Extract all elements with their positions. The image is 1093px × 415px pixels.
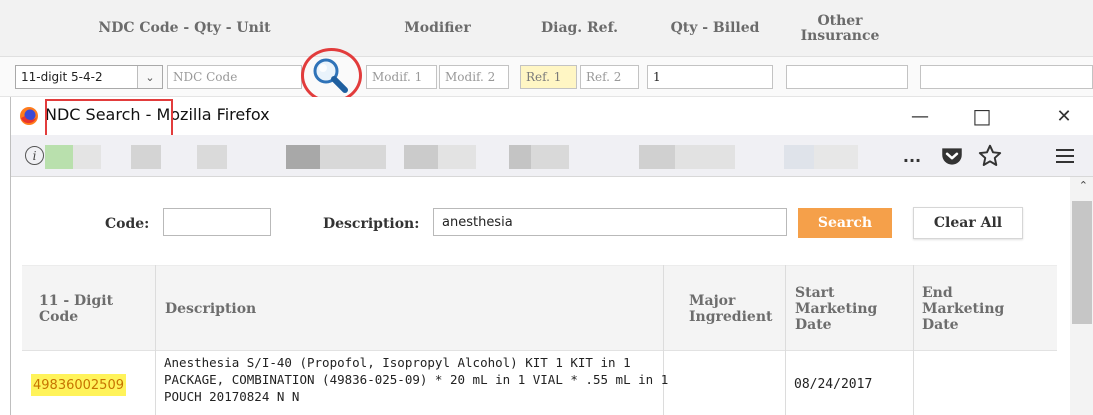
scroll-thumb[interactable]	[1072, 201, 1092, 324]
url-bar[interactable]: i ...	[11, 135, 1093, 177]
results-table-header: 11 - Digit Code Description Major Ingred…	[22, 265, 1057, 351]
redacted-url-block	[286, 145, 320, 169]
header-qty-billed: Qty - Billed	[670, 20, 760, 36]
ndc-format-select[interactable]: 11-digit 5-4-2 ⌄	[15, 65, 163, 89]
result-code-link[interactable]: 49836002509	[31, 374, 126, 396]
column-divider	[785, 265, 786, 415]
scroll-up-icon[interactable]: ⌃	[1079, 179, 1088, 192]
description-input[interactable]: anesthesia	[433, 208, 787, 236]
annotation-box	[45, 99, 173, 137]
diag-ref-1-input[interactable]: Ref. 1	[520, 65, 577, 89]
firefox-icon	[20, 107, 38, 125]
ndc-code-input[interactable]: NDC Code	[167, 65, 302, 89]
ndc-format-value: 11-digit 5-4-2	[21, 70, 103, 84]
header-other-insurance: Other Insurance	[800, 12, 880, 44]
redacted-url-block	[404, 145, 438, 169]
modifier-1-input[interactable]: Modif. 1	[366, 65, 437, 89]
more-icon[interactable]: ...	[897, 143, 927, 169]
column-divider	[155, 265, 156, 415]
info-icon[interactable]: i	[25, 146, 44, 165]
redacted-url-block	[438, 145, 476, 169]
qty-billed-input[interactable]: 1	[647, 65, 773, 89]
redacted-url-block	[814, 145, 858, 169]
redacted-url-block	[320, 145, 386, 169]
result-start-date: 08/24/2017	[794, 377, 873, 392]
result-description: Anesthesia S/I-40 (Propofol, Isopropyl A…	[164, 355, 669, 404]
minimize-icon[interactable]: —	[897, 101, 943, 131]
window-titlebar: NDC Search - Mozilla Firefox — □ ✕	[11, 97, 1093, 137]
redacted-url-block	[784, 145, 814, 169]
extra-input[interactable]	[920, 65, 1093, 89]
search-button[interactable]: Search	[798, 208, 892, 238]
column-header-description: Description	[165, 301, 257, 317]
bookmark-star-icon[interactable]	[977, 143, 1003, 169]
header-ndc-code: NDC Code - Qty - Unit	[98, 20, 271, 36]
modifier-2-input[interactable]: Modif. 2	[439, 65, 509, 89]
clear-all-button[interactable]: Clear All	[913, 207, 1023, 239]
redacted-url-block	[197, 145, 227, 169]
other-insurance-input[interactable]	[786, 65, 908, 89]
redacted-url-block	[73, 145, 101, 169]
code-label: Code:	[105, 216, 150, 232]
redacted-url-block	[675, 145, 735, 169]
column-divider	[913, 265, 914, 415]
column-header-end-date: End Marketing Date	[922, 285, 1005, 333]
column-header-start-date: Start Marketing Date	[795, 285, 878, 333]
redacted-url-block	[531, 145, 569, 169]
redacted-url-block	[45, 145, 73, 169]
column-header-major-ingredient: Major Ingredient	[689, 293, 773, 325]
diag-ref-2-input[interactable]: Ref. 2	[580, 65, 639, 89]
pocket-icon[interactable]	[939, 143, 965, 169]
vertical-scrollbar[interactable]: ⌃	[1070, 177, 1093, 415]
chevron-down-icon[interactable]: ⌄	[137, 66, 162, 88]
redacted-url-block	[509, 145, 531, 169]
description-label: Description:	[323, 216, 420, 232]
code-input[interactable]	[163, 208, 271, 236]
column-header-code: 11 - Digit Code	[39, 293, 114, 325]
redacted-url-block	[639, 145, 675, 169]
close-icon[interactable]: ✕	[1041, 101, 1087, 131]
header-diag-ref: Diag. Ref.	[540, 20, 618, 36]
maximize-icon[interactable]: □	[959, 101, 1005, 131]
redacted-url-block	[131, 145, 161, 169]
claim-grid-row: 11-digit 5-4-2 ⌄ NDC Code Modif. 1 Modif…	[0, 57, 1093, 97]
hamburger-menu-icon[interactable]	[1053, 143, 1077, 169]
search-icon[interactable]	[308, 55, 352, 95]
header-modifier: Modifier	[404, 20, 471, 36]
claim-grid-header: NDC Code - Qty - Unit Modifier Diag. Ref…	[0, 0, 1093, 57]
